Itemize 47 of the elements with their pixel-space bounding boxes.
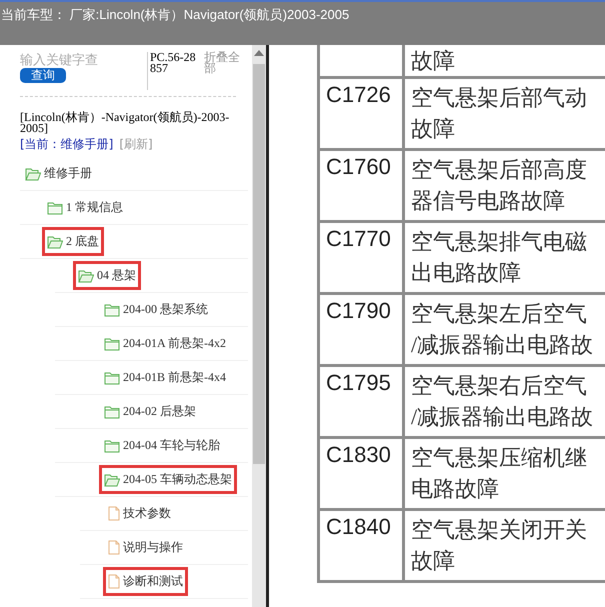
fault-description: 空气悬架左后空气 [411,300,588,328]
fault-description: 故障 [411,47,456,75]
tree-item[interactable]: 04 悬架 [73,261,141,290]
manual-code: PC.56-28857 [147,52,198,90]
fault-description: 空气悬架压缩机继 [411,444,588,472]
document-icon [108,506,120,521]
tree-item[interactable]: 1 常规信息 [42,193,128,222]
tree-item[interactable]: 204-01A 前悬架-4x2 [99,329,231,358]
search-field[interactable]: 输入关键字查 [20,52,138,68]
scrollbar[interactable] [252,45,266,607]
document-icon [108,540,120,555]
tree-item[interactable]: 204-02 后悬架 [99,397,201,426]
fault-code: C1770 [326,226,391,251]
fault-description: 空气悬架后部气动 [411,84,588,112]
tree-item[interactable]: 204-00 悬架系统 [99,295,213,324]
tree-item[interactable]: 204-05 车辆动态悬架 [99,465,237,494]
fault-description: 出电路故障 [411,259,522,287]
fault-description: 电路故障 [411,475,500,503]
fault-code: C1726 [326,82,391,107]
tree-item[interactable]: 技术参数 [103,499,176,528]
fault-description: 空气悬架右后空气 [411,372,588,400]
scrollbar-thumb[interactable] [253,64,265,464]
tree-item[interactable]: 2 底盘 [42,227,104,256]
tree-item[interactable]: 维修手册 [20,159,97,188]
fault-description: 空气悬架关闭开关 [411,516,588,544]
fault-description: 器信号电路故障 [411,187,566,215]
document-icon [108,574,120,589]
fault-description: /减振器输出电路故 [411,331,594,359]
fault-description: 空气悬架排气电磁 [411,228,588,256]
window-title: 当前车型： 厂家:Lincoln(林肯）Navigator(领航员)2003-2005 [1,6,350,24]
fault-code: C1830 [326,442,391,467]
scroll-up-icon[interactable] [254,50,264,56]
tree-item[interactable]: 204-04 车轮与轮胎 [99,431,225,460]
tree-item[interactable]: 204-01B 前悬架-4x4 [99,363,231,392]
search-button[interactable]: 查询 [20,68,66,83]
fault-code: C1760 [326,154,391,179]
fault-description: 故障 [411,547,456,575]
fault-description: /减振器输出电路故 [411,403,594,431]
fault-description: 故障 [411,115,456,143]
tree-item[interactable]: 说明与操作 [103,533,188,562]
vehicle-name: [Lincoln(林肯）-Navigator(领航员)-2003-2005] [20,112,230,134]
tree-item[interactable]: 诊断和测试 [103,567,188,596]
current-section-link[interactable]: [当前：维修手册] [20,136,114,153]
fault-description: 空气悬架后部高度 [411,156,588,184]
fault-code: C1790 [326,298,391,323]
fault-code: C1795 [326,370,391,395]
fault-code: C1840 [326,514,391,539]
